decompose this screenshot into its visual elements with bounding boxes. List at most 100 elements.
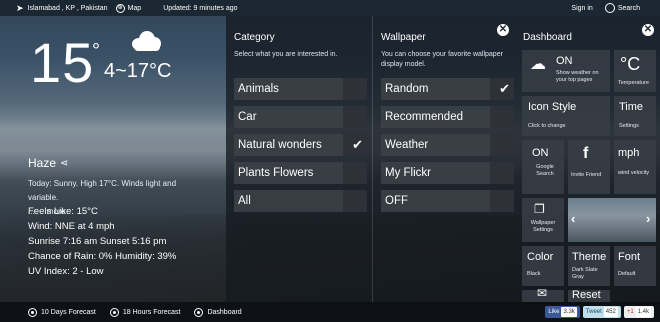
uv-index: UV Index: 2 - Low: [28, 266, 104, 277]
chevron-right-icon[interactable]: ›: [646, 211, 650, 226]
mail-icon: ✉: [537, 286, 548, 300]
rain-humidity: Chance of Rain: 0% Humidity: 39%: [28, 251, 177, 262]
location[interactable]: ➤ Islamabad , KP , Pakistan: [16, 3, 108, 14]
ten-day-forecast-label: 10 Days Forecast: [41, 308, 96, 316]
temperature-unit-label: Temperature: [618, 80, 649, 86]
wallpaper-subtitle: You can choose your favorite wallpaper d…: [381, 51, 503, 68]
category-option[interactable]: All: [234, 190, 367, 212]
wind-info: Wind: NNE at 4 mph: [28, 221, 115, 232]
option-label: All: [238, 195, 251, 207]
map-label: Map: [127, 4, 142, 12]
color-tile[interactable]: Color Black: [522, 246, 564, 286]
invite-friend-tile[interactable]: f Invite Friend: [568, 140, 610, 194]
google-search-value: ON: [532, 147, 549, 159]
degree-symbol: °: [92, 40, 100, 62]
eighteen-hour-forecast-label: 18 Hours Forecast: [122, 308, 181, 316]
search-link[interactable]: Search: [604, 3, 640, 13]
option-label: Recommended: [385, 111, 463, 123]
map-icon: ⊕: [115, 3, 125, 13]
wallpaper-option[interactable]: Weather: [381, 134, 514, 156]
feels-like: Feels Like: 15°C: [28, 206, 98, 217]
option-label: Natural wonders: [238, 139, 322, 151]
search-icon: [604, 3, 615, 13]
option-label: Plants Flowers: [238, 167, 314, 179]
option-label: OFF: [385, 195, 408, 207]
gplus-button[interactable]: +1 1.4k: [623, 306, 654, 318]
category-option[interactable]: Natural wonders ✔: [234, 134, 367, 156]
wallpaper-settings-label: Wallpaper Settings: [530, 220, 556, 233]
clock-icon: [109, 307, 119, 317]
close-icon[interactable]: ✕: [642, 24, 654, 36]
google-search-tile[interactable]: ON Google Search: [522, 140, 564, 194]
dashboard-title: Dashboard: [523, 32, 572, 43]
wallpaper-preview-carousel[interactable]: ‹ ›: [568, 198, 656, 242]
ten-day-forecast-link[interactable]: 10 Days Forecast: [28, 307, 96, 317]
gplus-label: +1: [626, 309, 634, 315]
option-label: My Flickr: [385, 167, 431, 179]
reset-label: Reset: [572, 289, 601, 301]
signin-link[interactable]: Sign in: [571, 5, 592, 12]
temperature-unit-tile[interactable]: °C Temperature: [614, 50, 656, 92]
chevron-left-icon[interactable]: ‹: [571, 211, 575, 226]
description-text: Today: Sunny. High 17°C. Winds light and…: [28, 179, 177, 202]
social-buttons: Like 3.3k Tweet 452 +1 1.4k: [542, 306, 654, 318]
wallpaper-option[interactable]: Recommended: [381, 106, 514, 128]
tweet-button[interactable]: Tweet 452: [582, 306, 621, 318]
time-settings-tile[interactable]: Time Settings: [614, 96, 656, 136]
temperature-range: 4~17°C: [104, 60, 172, 82]
category-option[interactable]: Car: [234, 106, 367, 128]
like-count: 3.3k: [561, 307, 577, 317]
dashboard-link[interactable]: Dashboard: [194, 307, 242, 317]
wallpaper-list: Random ✔ Recommended Weather My Flickr OF…: [381, 78, 514, 218]
gplus-count: 1.4k: [635, 307, 651, 317]
bottom-bar: 10 Days Forecast 18 Hours Forecast Dashb…: [0, 302, 660, 322]
wallpaper-settings-tile[interactable]: ❐ Wallpaper Settings: [522, 198, 564, 242]
dashboard-panel: ✕ Dashboard ☁ ON Show weather on your to…: [518, 16, 660, 302]
wind-unit-value: mph: [618, 147, 640, 159]
sun-times: Sunrise 7:16 am Sunset 5:16 pm: [28, 236, 167, 247]
updated-status: Updated: 9 minutes ago: [163, 5, 237, 12]
wallpaper-option[interactable]: OFF: [381, 190, 514, 212]
option-label: Animals: [238, 83, 279, 95]
location-text: Islamabad , KP , Pakistan: [27, 4, 108, 12]
wallpaper-option[interactable]: Random ✔: [381, 78, 514, 100]
tweet-label: Tweet: [585, 309, 602, 315]
reset-tile[interactable]: Reset: [568, 289, 610, 302]
icon-style-tile[interactable]: Icon Style Click to change: [522, 96, 610, 136]
theme-label: Theme: [572, 251, 607, 263]
wind-unit-label: wind velocity: [618, 170, 650, 176]
map-link[interactable]: ⊕ Map: [115, 3, 142, 13]
cloud-sun-icon: ☁: [530, 56, 546, 73]
category-list: Animals Car Natural wonders ✔ Plants Flow…: [234, 78, 367, 218]
wallpaper-option[interactable]: My Flickr: [381, 162, 514, 184]
theme-tile[interactable]: Theme Dark Slate Gray: [568, 246, 610, 286]
checkmark-icon: ✔: [499, 81, 510, 96]
font-tile[interactable]: Font Default: [614, 246, 656, 286]
dashboard-label: Dashboard: [207, 308, 242, 316]
facebook-like-button[interactable]: Like 3.3k: [545, 306, 580, 318]
icon-style-label: Icon Style: [528, 101, 577, 113]
tweet-count: 452: [603, 307, 618, 317]
time-label: Time: [619, 101, 644, 113]
category-option[interactable]: Animals: [234, 78, 367, 100]
facebook-icon: f: [583, 145, 589, 162]
share-icon[interactable]: ⋖: [60, 158, 68, 169]
eighteen-hour-forecast-link[interactable]: 18 Hours Forecast: [109, 307, 181, 317]
weather-toggle-tile[interactable]: ☁ ON Show weather on your top pages: [522, 50, 610, 92]
color-label: Color: [527, 251, 554, 263]
theme-value: Dark Slate Gray: [572, 267, 598, 280]
condition-title: Haze ⋖: [28, 156, 68, 170]
close-icon[interactable]: ✕: [497, 24, 509, 36]
weather-toggle-value: ON: [556, 55, 573, 67]
updated-text: Updated: 9 minutes ago: [163, 4, 238, 12]
forecast-icon: [28, 307, 37, 317]
font-value: Default: [618, 271, 636, 277]
wind-velocity-tile[interactable]: mph wind velocity: [614, 140, 656, 194]
category-option[interactable]: Plants Flowers: [234, 162, 367, 184]
mail-tile[interactable]: ✉: [522, 286, 564, 302]
category-panel: Category Select what you are interested …: [226, 16, 373, 302]
like-label: Like: [548, 309, 560, 315]
top-bar: ➤ Islamabad , KP , Pakistan ⊕ Map Update…: [0, 0, 660, 16]
invite-friend-label: Invite Friend: [571, 172, 602, 178]
google-search-label: Google Search: [536, 164, 554, 177]
